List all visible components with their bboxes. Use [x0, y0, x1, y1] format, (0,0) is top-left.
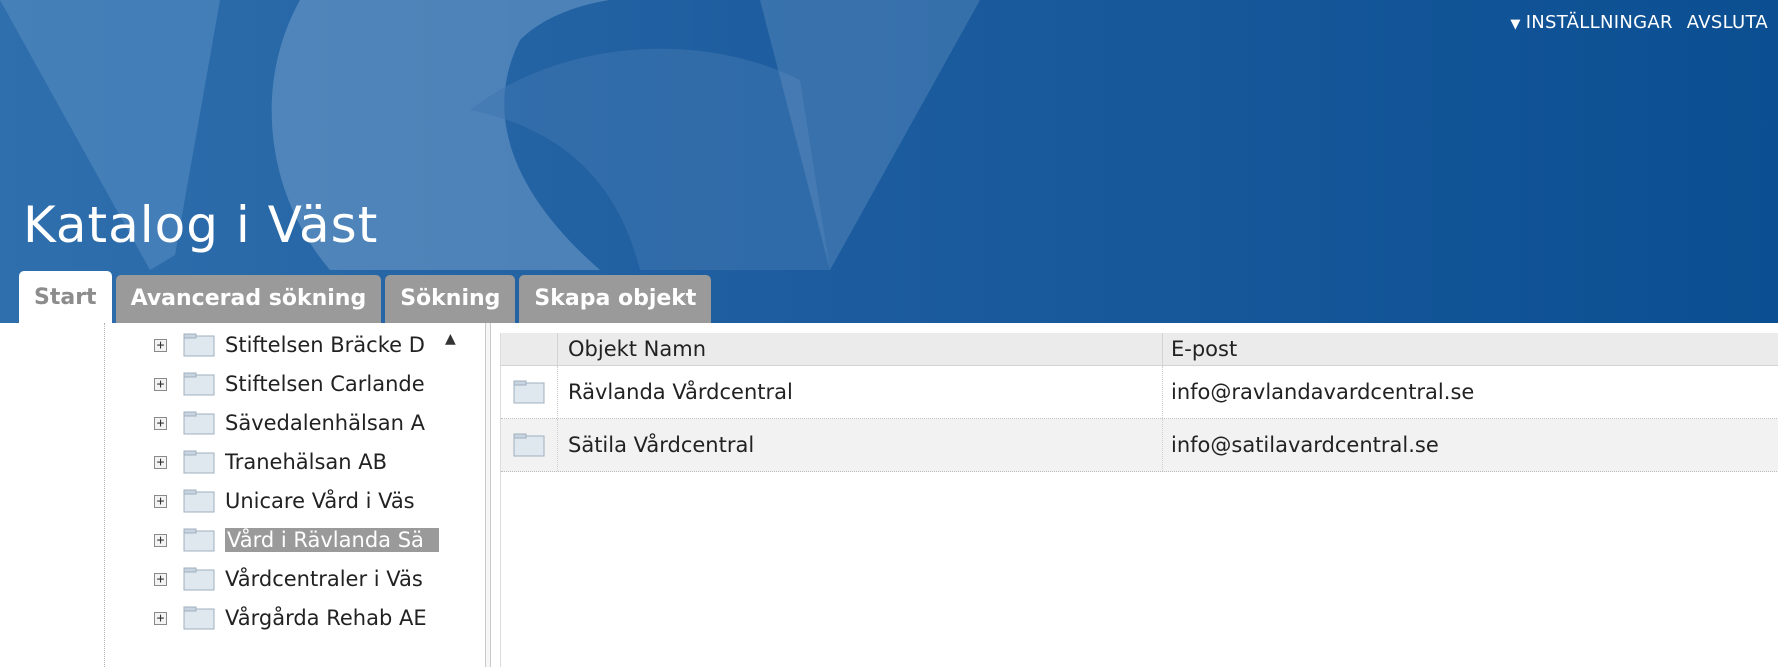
icon-column-header	[501, 333, 558, 365]
panel-splitter[interactable]	[485, 323, 491, 667]
folder-icon	[183, 333, 215, 357]
column-header-name[interactable]: Objekt Namn	[558, 333, 1163, 365]
tree-item[interactable]: + Stiftelsen Bräcke D	[154, 330, 435, 360]
table-row[interactable]: Rävlanda Vårdcentral info@ravlandavardce…	[501, 366, 1778, 419]
settings-menu-link[interactable]: ▼ INSTÄLLNINGAR	[1510, 12, 1672, 33]
tab-start[interactable]: Start	[19, 271, 112, 323]
app-title: Katalog i Väst	[23, 196, 379, 254]
tree-item[interactable]: + Unicare Vård i Väs	[154, 486, 435, 516]
expand-plus-icon[interactable]: +	[154, 377, 167, 391]
tab-create-object[interactable]: Skapa objekt	[519, 275, 712, 323]
folder-icon	[183, 606, 215, 630]
row-icon-cell	[501, 419, 558, 471]
table-row[interactable]: Sätila Vårdcentral info@satilavardcentra…	[501, 419, 1778, 472]
expand-plus-icon[interactable]: +	[154, 533, 167, 547]
main-tabs: Start Avancerad sökning Sökning Skapa ob…	[19, 271, 712, 323]
app-header: ▼ INSTÄLLNINGAR AVSLUTA Katalog i Väst St…	[0, 0, 1778, 323]
expand-plus-icon[interactable]: +	[154, 494, 167, 508]
row-name-cell: Rävlanda Vårdcentral	[558, 366, 1163, 418]
tree-item-label: Tranehälsan AB	[225, 450, 388, 474]
objects-table: Objekt Namn E-post Rävlanda Vårdcentral …	[500, 333, 1778, 667]
tab-search[interactable]: Sökning	[385, 275, 516, 323]
table-header: Objekt Namn E-post	[501, 333, 1778, 366]
tab-advanced-search[interactable]: Avancerad sökning	[115, 275, 382, 323]
top-links: ▼ INSTÄLLNINGAR AVSLUTA	[1510, 12, 1768, 33]
logout-link[interactable]: AVSLUTA	[1687, 12, 1768, 33]
row-email-cell: info@ravlandavardcentral.se	[1171, 380, 1475, 404]
row-email-cell: info@satilavardcentral.se	[1171, 433, 1439, 457]
tree-item[interactable]: + Vårdcentraler i Väs	[154, 564, 435, 594]
expand-plus-icon[interactable]: +	[154, 416, 167, 430]
tree-item[interactable]: + Stiftelsen Carlande	[154, 369, 435, 399]
folder-icon	[513, 433, 545, 457]
tree-item-label: Vårdcentraler i Väs	[225, 567, 423, 591]
triangle-down-icon: ▼	[1510, 17, 1521, 32]
expand-plus-icon[interactable]: +	[154, 572, 167, 586]
folder-icon	[183, 567, 215, 591]
expand-plus-icon[interactable]: +	[154, 611, 167, 625]
folder-icon	[183, 528, 215, 552]
tree-item-label: Stiftelsen Bräcke D	[225, 333, 425, 357]
tree-item[interactable]: + Sävedalenhälsan A	[154, 408, 435, 438]
settings-label: INSTÄLLNINGAR	[1525, 12, 1673, 33]
folder-icon	[183, 372, 215, 396]
main-content: ▲ + Stiftelsen Bräcke D + Stiftelsen Car…	[19, 323, 1778, 667]
column-header-email[interactable]: E-post	[1163, 333, 1778, 365]
folder-icon	[183, 489, 215, 513]
row-name-cell: Sätila Vårdcentral	[558, 419, 1163, 471]
tree-item-selected[interactable]: + Vård i Rävlanda Sä	[154, 525, 439, 555]
folder-icon	[183, 450, 215, 474]
tree-item-label: Sävedalenhälsan A	[225, 411, 425, 435]
tree-guide-line	[104, 323, 105, 667]
tree-item-label: Vård i Rävlanda Sä	[225, 528, 439, 552]
tree-item[interactable]: + Tranehälsan AB	[154, 447, 435, 477]
directory-tree: ▲ + Stiftelsen Bräcke D + Stiftelsen Car…	[19, 323, 479, 667]
tree-item-label: Unicare Vård i Väs	[225, 489, 415, 513]
tree-item-label: Stiftelsen Carlande	[225, 372, 425, 396]
tree-item-label: Vårgårda Rehab AE	[225, 606, 427, 630]
expand-plus-icon[interactable]: +	[154, 338, 167, 352]
expand-plus-icon[interactable]: +	[154, 455, 167, 469]
folder-icon	[183, 411, 215, 435]
scroll-up-arrow-icon[interactable]: ▲	[445, 331, 456, 347]
tree-item[interactable]: + Vårgårda Rehab AE	[154, 603, 435, 633]
row-icon-cell	[501, 366, 558, 418]
folder-icon	[513, 380, 545, 404]
